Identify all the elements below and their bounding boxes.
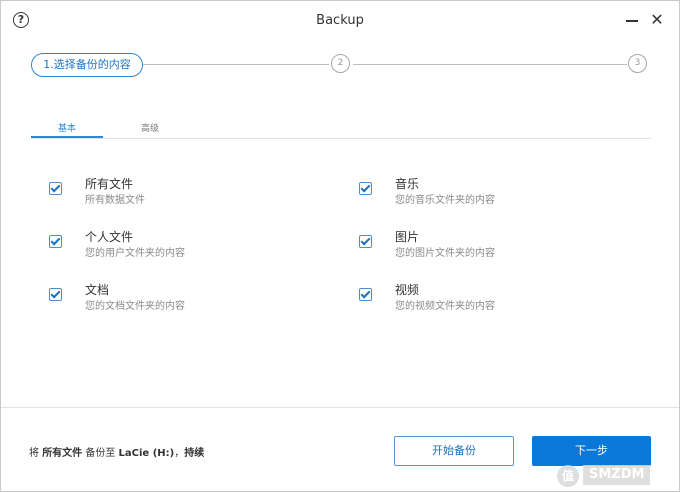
option-title: 文档 [85, 283, 110, 297]
summary-mid: 备份至 [82, 448, 119, 459]
option-title: 所有文件 [85, 177, 134, 191]
window-title: Backup [316, 13, 364, 28]
title-bar: ? Backup ✕ [1, 1, 679, 41]
close-icon[interactable]: ✕ [649, 11, 665, 29]
option-desc: 您的用户文件夹的内容 [85, 248, 185, 259]
watermark-text: SMZDM [583, 465, 651, 485]
next-step-button[interactable]: 下一步 [532, 436, 651, 466]
option-title: 图片 [395, 230, 420, 244]
backup-window: ? Backup ✕ 1.选择备份的内容 2 3 基本 高级 所有文件 所有数据… [0, 0, 680, 492]
option-desc: 您的文档文件夹的内容 [85, 301, 185, 312]
summary-frequency: 持续 [184, 448, 205, 459]
option-title: 个人文件 [85, 230, 134, 244]
step-connector-1 [143, 64, 329, 65]
step-connector-2 [353, 64, 627, 65]
option-title: 音乐 [395, 177, 420, 191]
step-2-indicator: 2 [331, 54, 350, 73]
summary-sep: ， [174, 448, 185, 459]
watermark-badge-icon: 值 [557, 465, 579, 487]
tab-active-indicator [31, 136, 103, 138]
step-3-indicator: 3 [628, 54, 647, 73]
checkbox-music[interactable] [359, 182, 372, 195]
start-backup-button[interactable]: 开始备份 [394, 436, 514, 466]
step-1-select-content: 1.选择备份的内容 [31, 53, 143, 77]
option-title: 视频 [395, 283, 420, 297]
option-desc: 您的音乐文件夹的内容 [395, 195, 495, 206]
footer-divider [1, 407, 679, 408]
checkbox-pictures[interactable] [359, 235, 372, 248]
checkbox-all-files[interactable] [49, 182, 62, 195]
tab-divider [31, 138, 651, 139]
tab-advanced[interactable]: 高级 [141, 121, 159, 134]
checkbox-videos[interactable] [359, 288, 372, 301]
tab-basic[interactable]: 基本 [31, 121, 103, 134]
option-desc: 您的视频文件夹的内容 [395, 301, 495, 312]
option-desc: 您的图片文件夹的内容 [395, 248, 495, 259]
summary-target: 所有文件 [42, 448, 83, 459]
checkbox-documents[interactable] [49, 288, 62, 301]
site-watermark: 值 SMZDM [557, 463, 679, 489]
minimize-icon[interactable] [626, 20, 638, 22]
backup-summary: 将 所有文件 备份至 LaCie (H:)，持续 [29, 444, 204, 459]
summary-drive: LaCie (H:) [118, 448, 175, 459]
checkbox-personal-files[interactable] [49, 235, 62, 248]
summary-prefix: 将 [29, 448, 43, 459]
option-desc: 所有数据文件 [85, 195, 145, 206]
